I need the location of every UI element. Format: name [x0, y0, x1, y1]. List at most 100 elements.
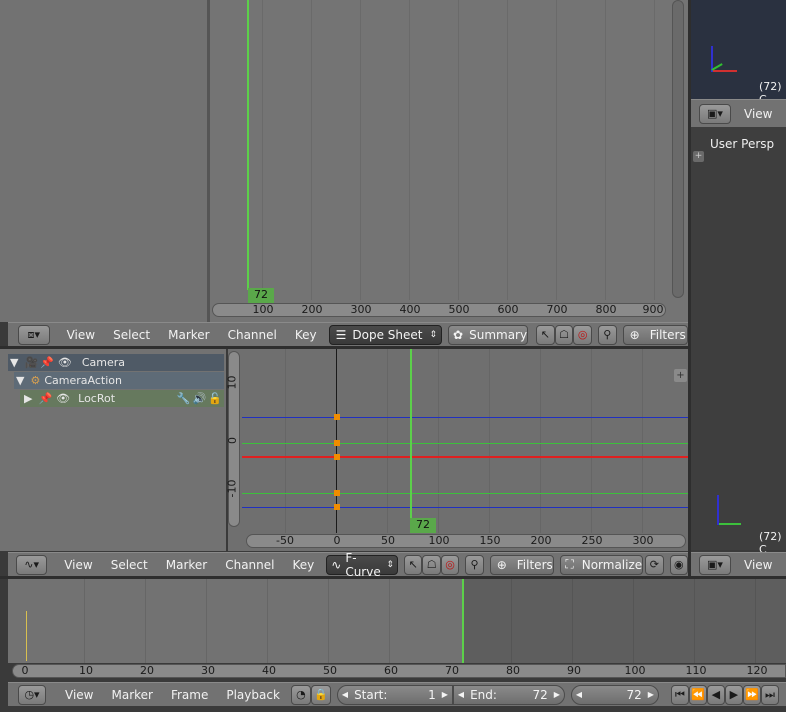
timeline-editor-icon[interactable]: ◷▾	[18, 684, 46, 705]
frame-ruler[interactable]: 100 200 300 400 500 600 700 800 900	[212, 303, 666, 317]
fcurve-x-location[interactable]	[242, 456, 690, 458]
expand-triangle-icon[interactable]: ▶	[24, 392, 32, 405]
menu-marker[interactable]: Marker	[102, 685, 161, 705]
menu-channel[interactable]: Channel	[216, 555, 283, 575]
graph-current-frame-line[interactable]	[410, 349, 412, 521]
fcurve-y-location[interactable]	[242, 443, 690, 444]
menu-marker[interactable]: Marker	[159, 325, 218, 345]
graph-filters-button[interactable]: ⊕ Filters	[489, 554, 555, 575]
graph-editor-area[interactable]: 10 0 -10 72 + -50 0 50 100 150 200 250 3…	[225, 349, 690, 551]
viewport-bottom-header: ▣▾ View	[691, 552, 786, 576]
error-filter-icon[interactable]: ◎	[440, 554, 460, 575]
collapse-triangle-icon[interactable]: ▼	[16, 374, 24, 387]
timeline-ruler[interactable]: 0 10 20 30 40 50 60 70 80 90 100 110 120	[12, 664, 786, 678]
menu-view[interactable]: View	[56, 685, 102, 705]
eye-icon[interactable]: 👁	[58, 356, 72, 369]
properties-plus-icon[interactable]: +	[693, 151, 704, 162]
collapse-triangle-icon[interactable]: ▼	[10, 356, 18, 369]
menu-marker[interactable]: Marker	[157, 555, 216, 575]
summary-label: Summary	[469, 327, 528, 342]
lock-icon[interactable]: 🔓	[208, 392, 222, 405]
search-icon[interactable]: ⚲	[598, 324, 617, 345]
normalize-toggle[interactable]: ⛶ Normalize	[560, 554, 644, 575]
menu-view[interactable]: View	[735, 555, 781, 575]
menu-view[interactable]: View	[735, 104, 781, 124]
fcurve-y-rotation[interactable]	[242, 493, 690, 494]
channel-row-camera[interactable]: ▼ 🎥 📌 👁 Camera	[8, 354, 224, 371]
keyframe[interactable]	[334, 454, 340, 460]
x-tick: 100	[428, 534, 450, 547]
speaker-icon[interactable]: 🔊	[193, 392, 207, 405]
play-reverse-icon[interactable]: ◀	[706, 684, 725, 705]
menu-frame[interactable]: Frame	[162, 685, 217, 705]
channel-row-action[interactable]: ▼ ⚙ CameraAction	[14, 372, 224, 389]
menu-view[interactable]: View	[58, 325, 104, 345]
fcurve-z-location[interactable]	[242, 417, 690, 418]
jump-end-icon[interactable]: ⏭	[760, 684, 779, 705]
menu-key[interactable]: Key	[286, 325, 326, 345]
viewport-top-scene[interactable]: (72) C	[691, 0, 786, 106]
end-frame-field[interactable]: ◀ End: 72 ▶	[452, 684, 565, 705]
viewport-bottom-area[interactable]: User Persp + (72) C	[691, 127, 786, 556]
preview-range-icon[interactable]: ◔	[290, 684, 311, 705]
menu-view[interactable]: View	[55, 555, 101, 575]
pin-icon[interactable]: 📌	[40, 356, 54, 369]
search-icon[interactable]: ⚲	[465, 554, 484, 575]
graph-editor-icon[interactable]: ∿▾	[16, 554, 48, 575]
normalize-label: Normalize	[581, 557, 643, 572]
select-pointer-icon[interactable]: ↖	[536, 324, 555, 345]
play-icon[interactable]: ▶	[724, 684, 743, 705]
eye-icon[interactable]: 👁	[56, 392, 70, 405]
current-frame-indicator[interactable]: 72	[248, 288, 274, 303]
properties-plus-icon[interactable]: +	[674, 369, 687, 382]
keyframe[interactable]	[334, 440, 340, 446]
decrement-arrow-icon[interactable]: ◀	[342, 690, 348, 699]
jump-start-icon[interactable]: ⏮	[670, 684, 689, 705]
dopesheet-editor-icon[interactable]: ⧈▾	[18, 324, 50, 345]
menu-select[interactable]: Select	[102, 555, 157, 575]
current-frame-line[interactable]	[247, 0, 249, 290]
keyframe[interactable]	[334, 490, 340, 496]
timeline-area[interactable]	[8, 579, 786, 663]
increment-arrow-icon[interactable]: ▶	[648, 690, 654, 699]
start-frame-field[interactable]: ◀ Start: 1 ▶	[336, 684, 453, 705]
refresh-icon[interactable]: ⟳	[645, 554, 664, 575]
graph-y-scrollbar[interactable]: 10 0 -10	[225, 351, 240, 527]
view3d-editor-icon[interactable]: ▣▾	[699, 103, 731, 124]
vertical-scrollbar[interactable]	[672, 0, 684, 298]
keyframe[interactable]	[334, 504, 340, 510]
pin-icon[interactable]: 📌	[38, 392, 52, 405]
prev-keyframe-icon[interactable]: ⏪	[688, 684, 707, 705]
select-pointer-icon[interactable]: ↖	[403, 554, 423, 575]
decrement-arrow-icon[interactable]: ◀	[576, 690, 582, 699]
graph-mode-dropdown[interactable]: ∿ F-Curve ⇕	[326, 551, 398, 579]
view3d-editor-icon[interactable]: ▣▾	[699, 554, 731, 575]
ruler-tick: 0	[21, 664, 29, 677]
menu-key[interactable]: Key	[283, 555, 323, 575]
timeline-current-frame-line[interactable]	[462, 579, 464, 663]
menu-playback[interactable]: Playback	[217, 685, 289, 705]
graph-x-ruler[interactable]: -50 0 50 100 150 200 250 300	[246, 534, 686, 548]
mode-dropdown[interactable]: ☰ Dope Sheet ⇕	[328, 324, 443, 345]
increment-arrow-icon[interactable]: ▶	[554, 690, 560, 699]
lock-icon[interactable]: 🔒	[310, 684, 331, 705]
ghost-icon[interactable]: ☖	[422, 554, 441, 575]
menu-channel[interactable]: Channel	[219, 325, 286, 345]
graph-current-frame-indicator[interactable]: 72	[410, 518, 436, 533]
current-frame-field[interactable]: ◀ 72 ▶	[570, 684, 659, 705]
menu-select[interactable]: Select	[104, 325, 159, 345]
wrench-icon[interactable]: 🔧	[177, 392, 191, 405]
record-icon[interactable]: ◉	[669, 554, 689, 575]
increment-arrow-icon[interactable]: ▶	[442, 690, 448, 699]
fcurve-z-rotation[interactable]	[242, 507, 690, 508]
keyframe[interactable]	[334, 414, 340, 420]
error-filter-icon[interactable]: ◎	[573, 324, 593, 345]
channel-row-group[interactable]: ▶ 📌 👁 LocRot 🔧 🔊 🔓	[20, 390, 224, 407]
end-value: 72	[532, 687, 548, 702]
top-editor-area[interactable]: 72 100 200 300 400 500 600 700 800 900	[210, 0, 688, 322]
filters-button[interactable]: ⊕ Filters	[622, 324, 688, 345]
summary-toggle[interactable]: ✿ Summary	[448, 324, 529, 345]
decrement-arrow-icon[interactable]: ◀	[458, 690, 464, 699]
next-keyframe-icon[interactable]: ⏩	[742, 684, 761, 705]
ghost-icon[interactable]: ☖	[554, 324, 574, 345]
